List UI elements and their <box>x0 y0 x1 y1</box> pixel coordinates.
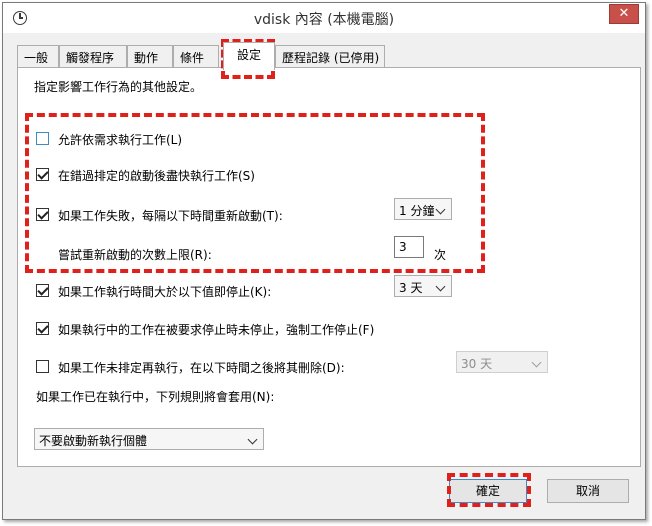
restart-on-fail-label: 如果工作失敗，每隔以下時間重新啟動(T): <box>58 209 283 223</box>
tab-conditions[interactable]: 條件 <box>173 45 219 67</box>
force-stop-checkbox[interactable] <box>36 322 49 335</box>
run-asap-checkbox[interactable] <box>36 168 49 181</box>
restart-on-fail-checkbox[interactable] <box>36 208 49 221</box>
restart-interval-select[interactable]: 1 分鐘 <box>394 198 452 220</box>
restart-attempts-input[interactable]: 3 <box>394 236 424 258</box>
chevron-down-icon <box>435 203 447 215</box>
tab-history[interactable]: 歷程記錄 (已停用) <box>275 45 385 67</box>
running-rule-label: 如果工作已在執行中，下列規則將會套用(N): <box>36 390 275 404</box>
chevron-down-icon <box>531 356 543 368</box>
close-button[interactable]: ✕ <box>609 4 639 24</box>
tab-general[interactable]: 一般 <box>17 45 59 67</box>
chevron-down-icon <box>435 280 447 292</box>
stop-if-runs-longer-label: 如果工作執行時間大於以下值即停止(K): <box>58 285 272 299</box>
stop-duration-value: 3 天 <box>399 281 423 295</box>
tab-triggers[interactable]: 觸發程序 <box>59 45 127 67</box>
properties-dialog: vdisk 內容 (本機電腦) ✕ 一般 觸發程序 動作 條件 設定 歷程記錄 … <box>2 2 646 520</box>
settings-panel: 指定影響工作行為的其他設定。 允許依需求執行工作(L) 在錯過排定的啟動後盡快執… <box>17 67 641 467</box>
title-bar: vdisk 內容 (本機電腦) ✕ <box>3 3 645 33</box>
force-stop-label: 如果執行中的工作在被要求停止時未停止，強制工作停止(F) <box>58 323 375 337</box>
restart-interval-value: 1 分鐘 <box>399 204 435 218</box>
stop-if-runs-longer-checkbox[interactable] <box>36 284 49 297</box>
running-rule-value: 不要啟動新執行個體 <box>39 434 148 448</box>
delete-duration-value: 30 天 <box>461 357 493 371</box>
running-rule-select[interactable]: 不要啟動新執行個體 <box>34 428 264 450</box>
delete-if-not-scheduled-label: 如果工作未排定再執行，在以下時間之後將其刪除(D): <box>58 361 345 375</box>
tab-settings[interactable]: 設定 <box>223 42 275 70</box>
cancel-button[interactable]: 取消 <box>547 479 629 503</box>
ok-button[interactable]: 確定 <box>449 479 527 503</box>
stop-duration-select[interactable]: 3 天 <box>394 275 452 297</box>
delete-duration-select[interactable]: 30 天 <box>456 351 548 373</box>
delete-if-not-scheduled-checkbox[interactable] <box>36 360 49 373</box>
restart-attempts-label: 嘗試重新啟動的次數上限(R): <box>58 248 212 262</box>
allow-on-demand-label: 允許依需求執行工作(L) <box>58 133 183 147</box>
window-title: vdisk 內容 (本機電腦) <box>253 12 395 28</box>
settings-description: 指定影響工作行為的其他設定。 <box>34 80 203 94</box>
allow-on-demand-checkbox[interactable] <box>36 132 49 145</box>
chevron-down-icon <box>247 433 259 445</box>
tab-actions[interactable]: 動作 <box>127 45 173 67</box>
run-asap-label: 在錯過排定的啟動後盡快執行工作(S) <box>58 169 255 183</box>
restart-attempts-unit: 次 <box>434 248 447 262</box>
